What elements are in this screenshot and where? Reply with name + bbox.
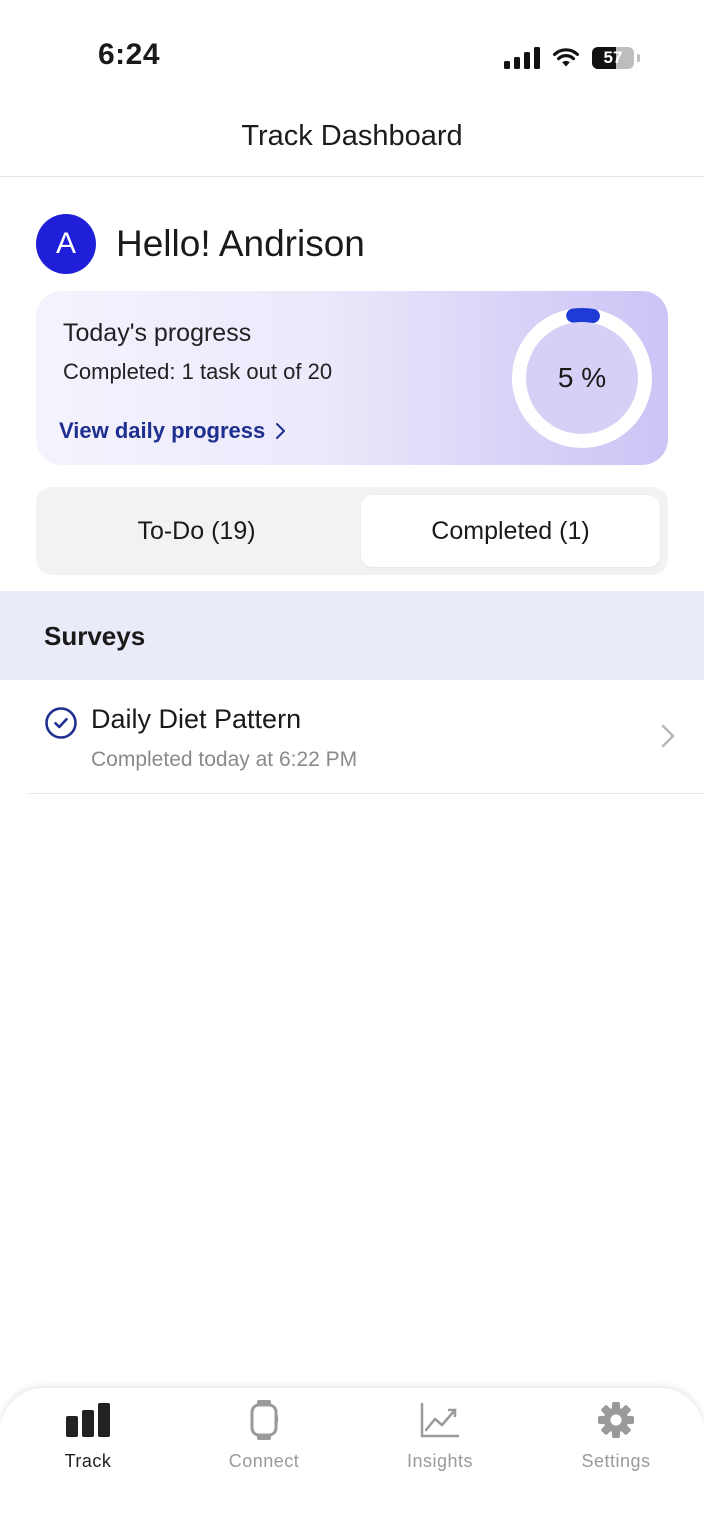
progress-title: Today's progress xyxy=(63,319,252,347)
gear-icon xyxy=(598,1402,634,1438)
progress-card: Today's progress Completed: 1 task out o… xyxy=(36,291,668,465)
tab-completed[interactable]: Completed (1) xyxy=(361,495,660,567)
chevron-right-icon xyxy=(276,423,286,439)
tab-connect-label: Connect xyxy=(228,1451,300,1471)
view-daily-progress-label: View daily progress xyxy=(59,418,266,443)
tab-track-label: Track xyxy=(64,1451,112,1471)
battery-icon: 57 xyxy=(592,47,640,69)
bar-chart-icon xyxy=(66,1403,110,1437)
item-subtitle: Completed today at 6:22 PM xyxy=(91,748,358,771)
tab-bar: Track Connect Insights Settings xyxy=(0,1388,704,1534)
section-header: Surveys xyxy=(0,591,704,680)
progress-subtitle: Completed: 1 task out of 20 xyxy=(63,359,333,384)
tab-insights[interactable]: Insights xyxy=(352,1388,528,1498)
list-item[interactable]: Daily Diet Pattern Completed today at 6:… xyxy=(28,680,704,794)
page-title: Track Dashboard xyxy=(241,120,463,152)
segmented-control: To-Do (19) Completed (1) xyxy=(36,487,668,575)
section-title: Surveys xyxy=(44,621,146,651)
status-icons: 57 xyxy=(504,42,640,74)
check-circle-icon xyxy=(45,707,77,739)
trend-line-icon xyxy=(420,1402,460,1438)
tab-settings-label: Settings xyxy=(581,1451,651,1471)
avatar[interactable]: A xyxy=(36,214,96,274)
progress-percent: 5 % xyxy=(557,362,607,393)
tab-settings[interactable]: Settings xyxy=(528,1388,704,1498)
greeting-text: Hello! Andrison xyxy=(116,223,365,264)
cellular-signal-icon xyxy=(504,47,540,69)
tab-insights-label: Insights xyxy=(406,1451,474,1471)
greeting: A Hello! Andrison xyxy=(36,214,365,274)
view-daily-progress-link[interactable]: View daily progress xyxy=(59,418,286,444)
status-bar: 6:24 57 xyxy=(0,0,704,100)
battery-percent: 57 xyxy=(603,48,623,67)
chevron-right-icon xyxy=(661,724,675,748)
watch-icon xyxy=(250,1400,278,1440)
tab-connect[interactable]: Connect xyxy=(176,1388,352,1498)
status-time: 6:24 xyxy=(98,38,161,71)
nav-header: Track Dashboard xyxy=(0,100,704,177)
item-title: Daily Diet Pattern xyxy=(91,704,302,734)
tab-todo[interactable]: To-Do (19) xyxy=(44,495,349,567)
wifi-icon xyxy=(553,48,579,67)
tab-track[interactable]: Track xyxy=(0,1388,176,1498)
